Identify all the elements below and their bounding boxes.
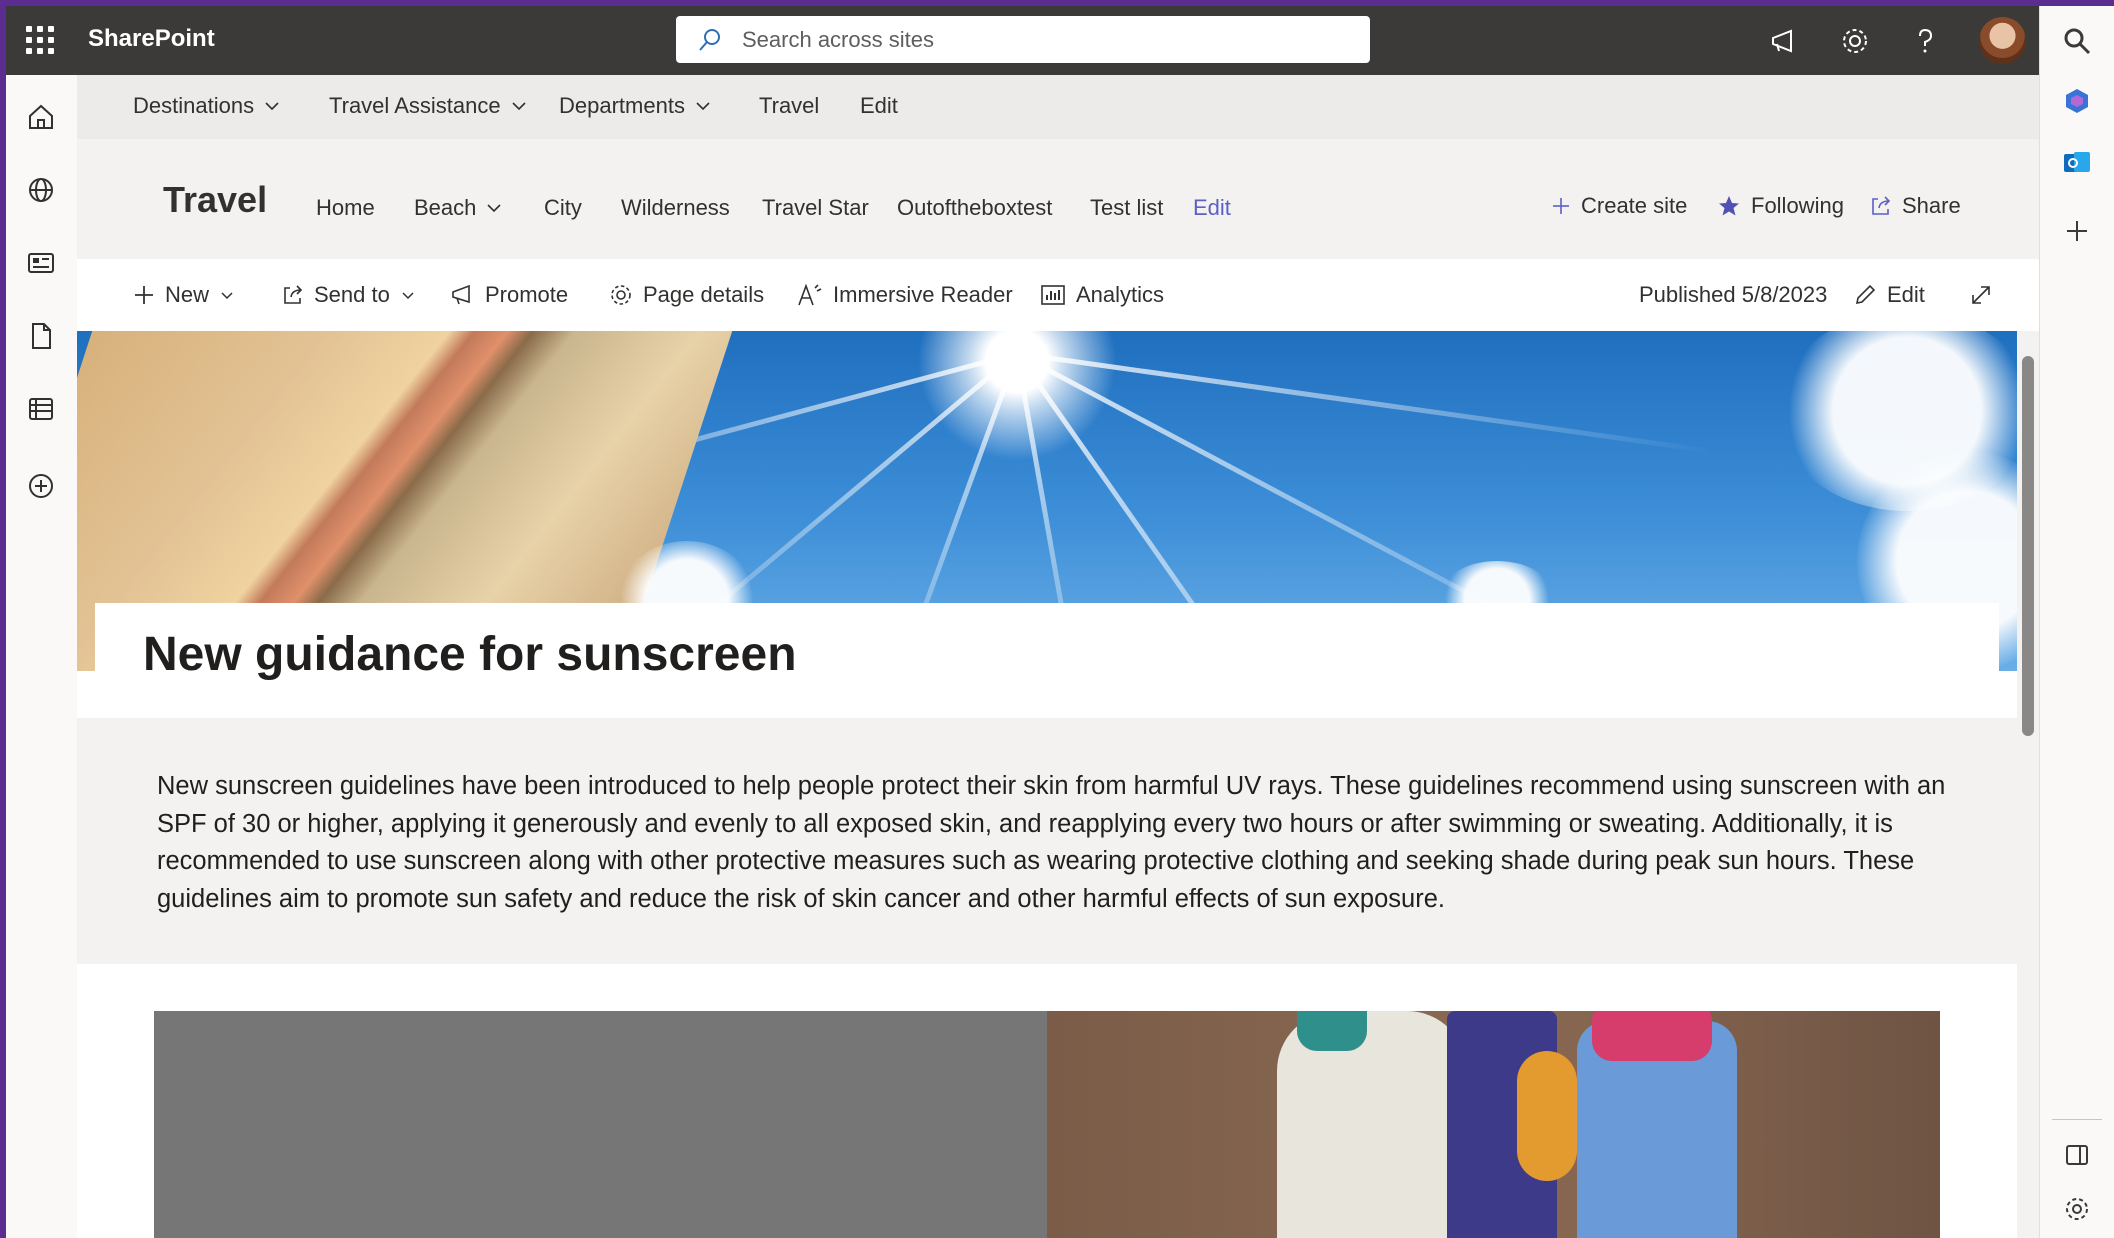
document-icon[interactable] [26,321,56,351]
sunscreen-bottles-photo [1047,1011,1940,1238]
site-nav-home[interactable]: Home [316,195,375,221]
hub-nav-destinations[interactable]: Destinations [133,93,280,119]
sharepoint-window: SharePoint Destinations Travel Assistanc… [6,6,2114,1238]
app-launcher-icon[interactable] [26,26,54,54]
plus-icon [135,286,153,304]
command-bar: New Send to Promote Page details Immersi… [77,259,2039,331]
gear-icon [611,285,631,305]
sunscreen-image [154,1011,1940,1238]
immersive-reader-button[interactable]: Immersive Reader [797,282,1013,308]
promote-button[interactable]: Promote [451,282,568,308]
text-web-part: New sunscreen guidelines have been intro… [77,718,2017,964]
site-header: Travel Home Beach City Wilderness Travel… [77,139,2039,259]
settings-gear-icon[interactable] [1840,26,1870,56]
share-icon [1872,196,1891,215]
page-details-button[interactable]: Page details [609,282,764,308]
right-rail [2039,6,2114,1238]
site-nav-edit[interactable]: Edit [1193,195,1231,221]
star-icon [1719,196,1739,216]
search-box[interactable] [676,16,1370,63]
chevron-down-icon [487,204,501,213]
copilot-icon[interactable] [2062,86,2092,116]
chevron-down-icon [512,102,526,111]
hub-navigation: Destinations Travel Assistance Departmen… [77,75,2039,139]
home-icon[interactable] [26,102,56,132]
chevron-down-icon [221,292,233,300]
site-title[interactable]: Travel [163,179,267,221]
chevron-down-icon [402,292,414,300]
chevron-down-icon [265,102,279,111]
immersive-reader-icon [798,283,822,306]
suite-bar: SharePoint [6,6,2039,75]
outlook-icon[interactable] [2062,148,2092,178]
site-nav-outoftheboxtest[interactable]: Outoftheboxtest [897,195,1052,221]
site-nav-test-list[interactable]: Test list [1090,195,1163,221]
plus-icon [1553,198,1569,214]
add-icon[interactable] [2062,216,2092,246]
analytics-icon [1041,285,1065,305]
megaphone-icon[interactable] [1769,26,1799,56]
side-pane-icon[interactable] [2062,1140,2092,1170]
expand-icon[interactable] [1969,283,1993,307]
page-title: New guidance for sunscreen [143,628,797,681]
app-name[interactable]: SharePoint [88,25,215,53]
share-button[interactable]: Share [1870,193,1961,219]
send-to-icon [284,285,303,304]
analytics-button[interactable]: Analytics [1040,282,1164,308]
hub-nav-edit[interactable]: Edit [860,93,898,119]
site-nav-city[interactable]: City [544,195,582,221]
left-app-bar [6,75,78,1238]
new-button[interactable]: New [133,282,235,308]
globe-icon[interactable] [26,175,56,205]
chevron-down-icon [696,102,710,111]
rail-divider [2052,1119,2102,1120]
site-nav-beach[interactable]: Beach [414,195,502,221]
following-button[interactable]: Following [1717,193,1844,219]
settings-gear-icon[interactable] [2062,1194,2092,1224]
title-card: New guidance for sunscreen [95,603,1999,718]
image-section [77,964,2017,1238]
send-to-button[interactable]: Send to [282,282,416,308]
hub-nav-departments[interactable]: Departments [559,93,711,119]
news-icon[interactable] [26,248,56,278]
edit-page-button[interactable]: Edit [1853,282,1925,308]
site-nav-travel-star[interactable]: Travel Star [762,195,869,221]
body-text: New sunscreen guidelines have been intro… [157,772,1946,913]
hub-nav-travel[interactable]: Travel [759,93,819,119]
create-site-button[interactable]: Create site [1551,193,1687,219]
published-status: Published 5/8/2023 [1639,282,1828,307]
user-avatar[interactable] [1979,17,2026,64]
help-icon[interactable] [1910,26,1940,56]
hub-nav-travel-assistance[interactable]: Travel Assistance [329,93,527,119]
scrollbar-thumb[interactable] [2022,356,2034,736]
search-input[interactable] [740,25,1344,55]
pencil-icon [1855,284,1876,305]
page-content: New guidance for sunscreen New sunscreen… [77,331,2017,1238]
megaphone-icon [452,284,470,305]
search-icon[interactable] [2062,26,2092,56]
site-nav-wilderness[interactable]: Wilderness [621,195,730,221]
create-add-icon[interactable] [26,471,56,501]
list-icon[interactable] [26,394,56,424]
search-icon [699,29,720,51]
